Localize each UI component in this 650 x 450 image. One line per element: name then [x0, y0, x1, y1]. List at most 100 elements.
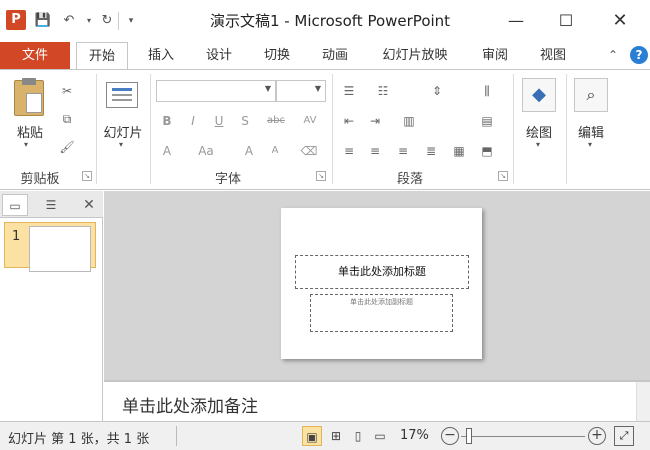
tab-design[interactable]: 设计 [194, 42, 244, 70]
align-left-icon[interactable]: ≡ [340, 142, 358, 160]
slides-tab-icon[interactable]: ▭ [2, 194, 28, 216]
group-label-font: 字体 [214, 172, 241, 187]
shrink-font-icon[interactable]: A [266, 142, 284, 160]
columns-icon[interactable]: ▥ [400, 112, 418, 130]
slideshow-view-icon[interactable]: ▭ [370, 426, 390, 446]
font-size-combo[interactable]: ▼ [276, 80, 326, 102]
chevron-down-icon: ▼ [314, 84, 321, 93]
group-label-clipboard: 剪贴板 [20, 172, 60, 187]
ribbon-tabs: 文件 开始 插入 设计 切换 动画 幻灯片放映 审阅 视图 ⌃ ? [0, 42, 650, 70]
format-painter-icon[interactable]: 🖌 [58, 138, 76, 156]
tab-view[interactable]: 视图 [528, 42, 578, 70]
zoom-in-icon[interactable]: + [588, 427, 606, 445]
editing-dropdown-icon[interactable]: ▾ [588, 140, 592, 149]
help-icon[interactable]: ? [630, 46, 648, 64]
numbering-icon[interactable]: ☷ [374, 82, 392, 100]
clear-formatting-icon[interactable]: ⌫ [300, 142, 318, 160]
underline-icon[interactable]: U [210, 112, 228, 130]
zoom-slider-thumb[interactable] [466, 428, 472, 444]
normal-view-icon[interactable]: ▣ [302, 426, 322, 446]
tab-animations[interactable]: 动画 [310, 42, 360, 70]
outline-tab-icon[interactable]: ☰ [38, 194, 64, 216]
customize-icon[interactable]: ▾ [122, 12, 140, 30]
editing-label[interactable]: 编辑 [568, 122, 614, 141]
minimize-icon[interactable]: — [494, 6, 538, 36]
font-launcher-icon[interactable]: ↘ [316, 171, 326, 181]
cut-icon[interactable]: ✂ [58, 82, 76, 100]
increase-indent-icon[interactable]: ⇥ [366, 112, 384, 130]
slides-panel: ▭ ☰ ✕ 1 [0, 191, 103, 421]
align-center-icon[interactable]: ≡ [366, 142, 384, 160]
decrease-indent-icon[interactable]: ⇤ [340, 112, 358, 130]
strikethrough-icon[interactable]: abc [262, 112, 290, 130]
smartart-icon[interactable]: ⬒ [478, 142, 496, 160]
drawing-label[interactable]: 绘图 [516, 122, 562, 141]
undo-dropdown-icon[interactable]: ▾ [80, 12, 98, 30]
clipboard-launcher-icon[interactable]: ↘ [82, 171, 92, 181]
new-slide-label[interactable]: 幻灯片 [98, 122, 148, 141]
paste-dropdown-icon[interactable]: ▾ [24, 140, 28, 149]
font-color-icon[interactable]: A [158, 142, 176, 160]
group-divider [150, 74, 151, 184]
slide-number: 1 [12, 229, 21, 244]
binoculars-icon[interactable]: ⌕ [574, 78, 608, 112]
zoom-out-icon[interactable]: − [441, 427, 459, 445]
change-case-icon[interactable]: Aa [194, 142, 218, 160]
notes-scrollbar[interactable] [636, 382, 650, 423]
status-divider [176, 426, 177, 446]
close-icon[interactable]: ✕ [598, 6, 642, 36]
paragraph-launcher-icon[interactable]: ↘ [498, 171, 508, 181]
group-divider [332, 74, 333, 184]
redo-icon[interactable]: ↻ [98, 12, 116, 30]
justify-icon[interactable]: ≣ [422, 142, 440, 160]
drawing-shapes-icon[interactable]: ◆ [522, 78, 556, 112]
powerpoint-app-icon[interactable]: P [6, 10, 26, 30]
character-spacing-icon[interactable]: AV [296, 112, 324, 130]
new-slide-icon[interactable] [106, 82, 138, 108]
ribbon: 粘贴 ▾ ✂ ⧉ 🖌 剪贴板 ↘ 幻灯片 ▾ ▼ ▼ B I U S abc A… [0, 69, 650, 190]
collapse-ribbon-icon[interactable]: ⌃ [608, 48, 618, 62]
group-divider [513, 74, 514, 184]
tab-home[interactable]: 开始 [76, 42, 128, 70]
tab-insert[interactable]: 插入 [136, 42, 186, 70]
font-name-combo[interactable]: ▼ [156, 80, 276, 102]
shadow-icon[interactable]: S [236, 112, 254, 130]
text-direction-icon[interactable]: ⫼ [478, 82, 496, 100]
zoom-slider-track[interactable] [461, 436, 585, 437]
slide[interactable]: 单击此处添加标题 单击此处添加副标题 [281, 208, 482, 359]
notes-pane: 单击此处添加备注 [104, 380, 650, 423]
copy-icon[interactable]: ⧉ [58, 110, 76, 128]
close-panel-icon[interactable]: ✕ [76, 194, 102, 216]
notes-placeholder[interactable]: 单击此处添加备注 [122, 392, 258, 417]
drawing-dropdown-icon[interactable]: ▾ [536, 140, 540, 149]
distributed-icon[interactable]: ▦ [450, 142, 468, 160]
title-bar: P 💾 ↶ ▾ ↻ ▾ 演示文稿1 - Microsoft PowerPoint… [0, 0, 650, 42]
paste-icon[interactable] [14, 78, 44, 116]
grow-font-icon[interactable]: A [240, 142, 258, 160]
fit-to-window-icon[interactable]: ⤢ [614, 426, 634, 446]
line-spacing-icon[interactable]: ⇕ [428, 82, 446, 100]
slide-thumbnail[interactable] [29, 226, 91, 272]
subtitle-placeholder[interactable]: 单击此处添加副标题 [310, 294, 453, 332]
bold-icon[interactable]: B [158, 112, 176, 130]
tab-transitions[interactable]: 切换 [252, 42, 302, 70]
bullets-icon[interactable]: ☰ [340, 82, 358, 100]
slide-sorter-icon[interactable]: ⊞ [326, 426, 346, 446]
group-divider [566, 74, 567, 184]
title-placeholder[interactable]: 单击此处添加标题 [295, 255, 469, 289]
slide-canvas: 单击此处添加标题 单击此处添加副标题 [104, 191, 650, 380]
align-right-icon[interactable]: ≡ [394, 142, 412, 160]
undo-icon[interactable]: ↶ [60, 12, 78, 30]
paste-label[interactable]: 粘贴 [10, 122, 50, 141]
maximize-icon[interactable]: ☐ [544, 6, 588, 36]
new-slide-dropdown-icon[interactable]: ▾ [119, 140, 123, 149]
tab-file[interactable]: 文件 [0, 42, 70, 70]
italic-icon[interactable]: I [184, 112, 202, 130]
tab-review[interactable]: 审阅 [470, 42, 520, 70]
save-icon[interactable]: 💾 [34, 12, 52, 30]
align-text-icon[interactable]: ▤ [478, 112, 496, 130]
window-title: 演示文稿1 - Microsoft PowerPoint [209, 12, 451, 30]
reading-view-icon[interactable]: ▯ [348, 426, 368, 446]
zoom-level[interactable]: 17% [400, 428, 429, 443]
tab-slideshow[interactable]: 幻灯片放映 [370, 42, 460, 70]
